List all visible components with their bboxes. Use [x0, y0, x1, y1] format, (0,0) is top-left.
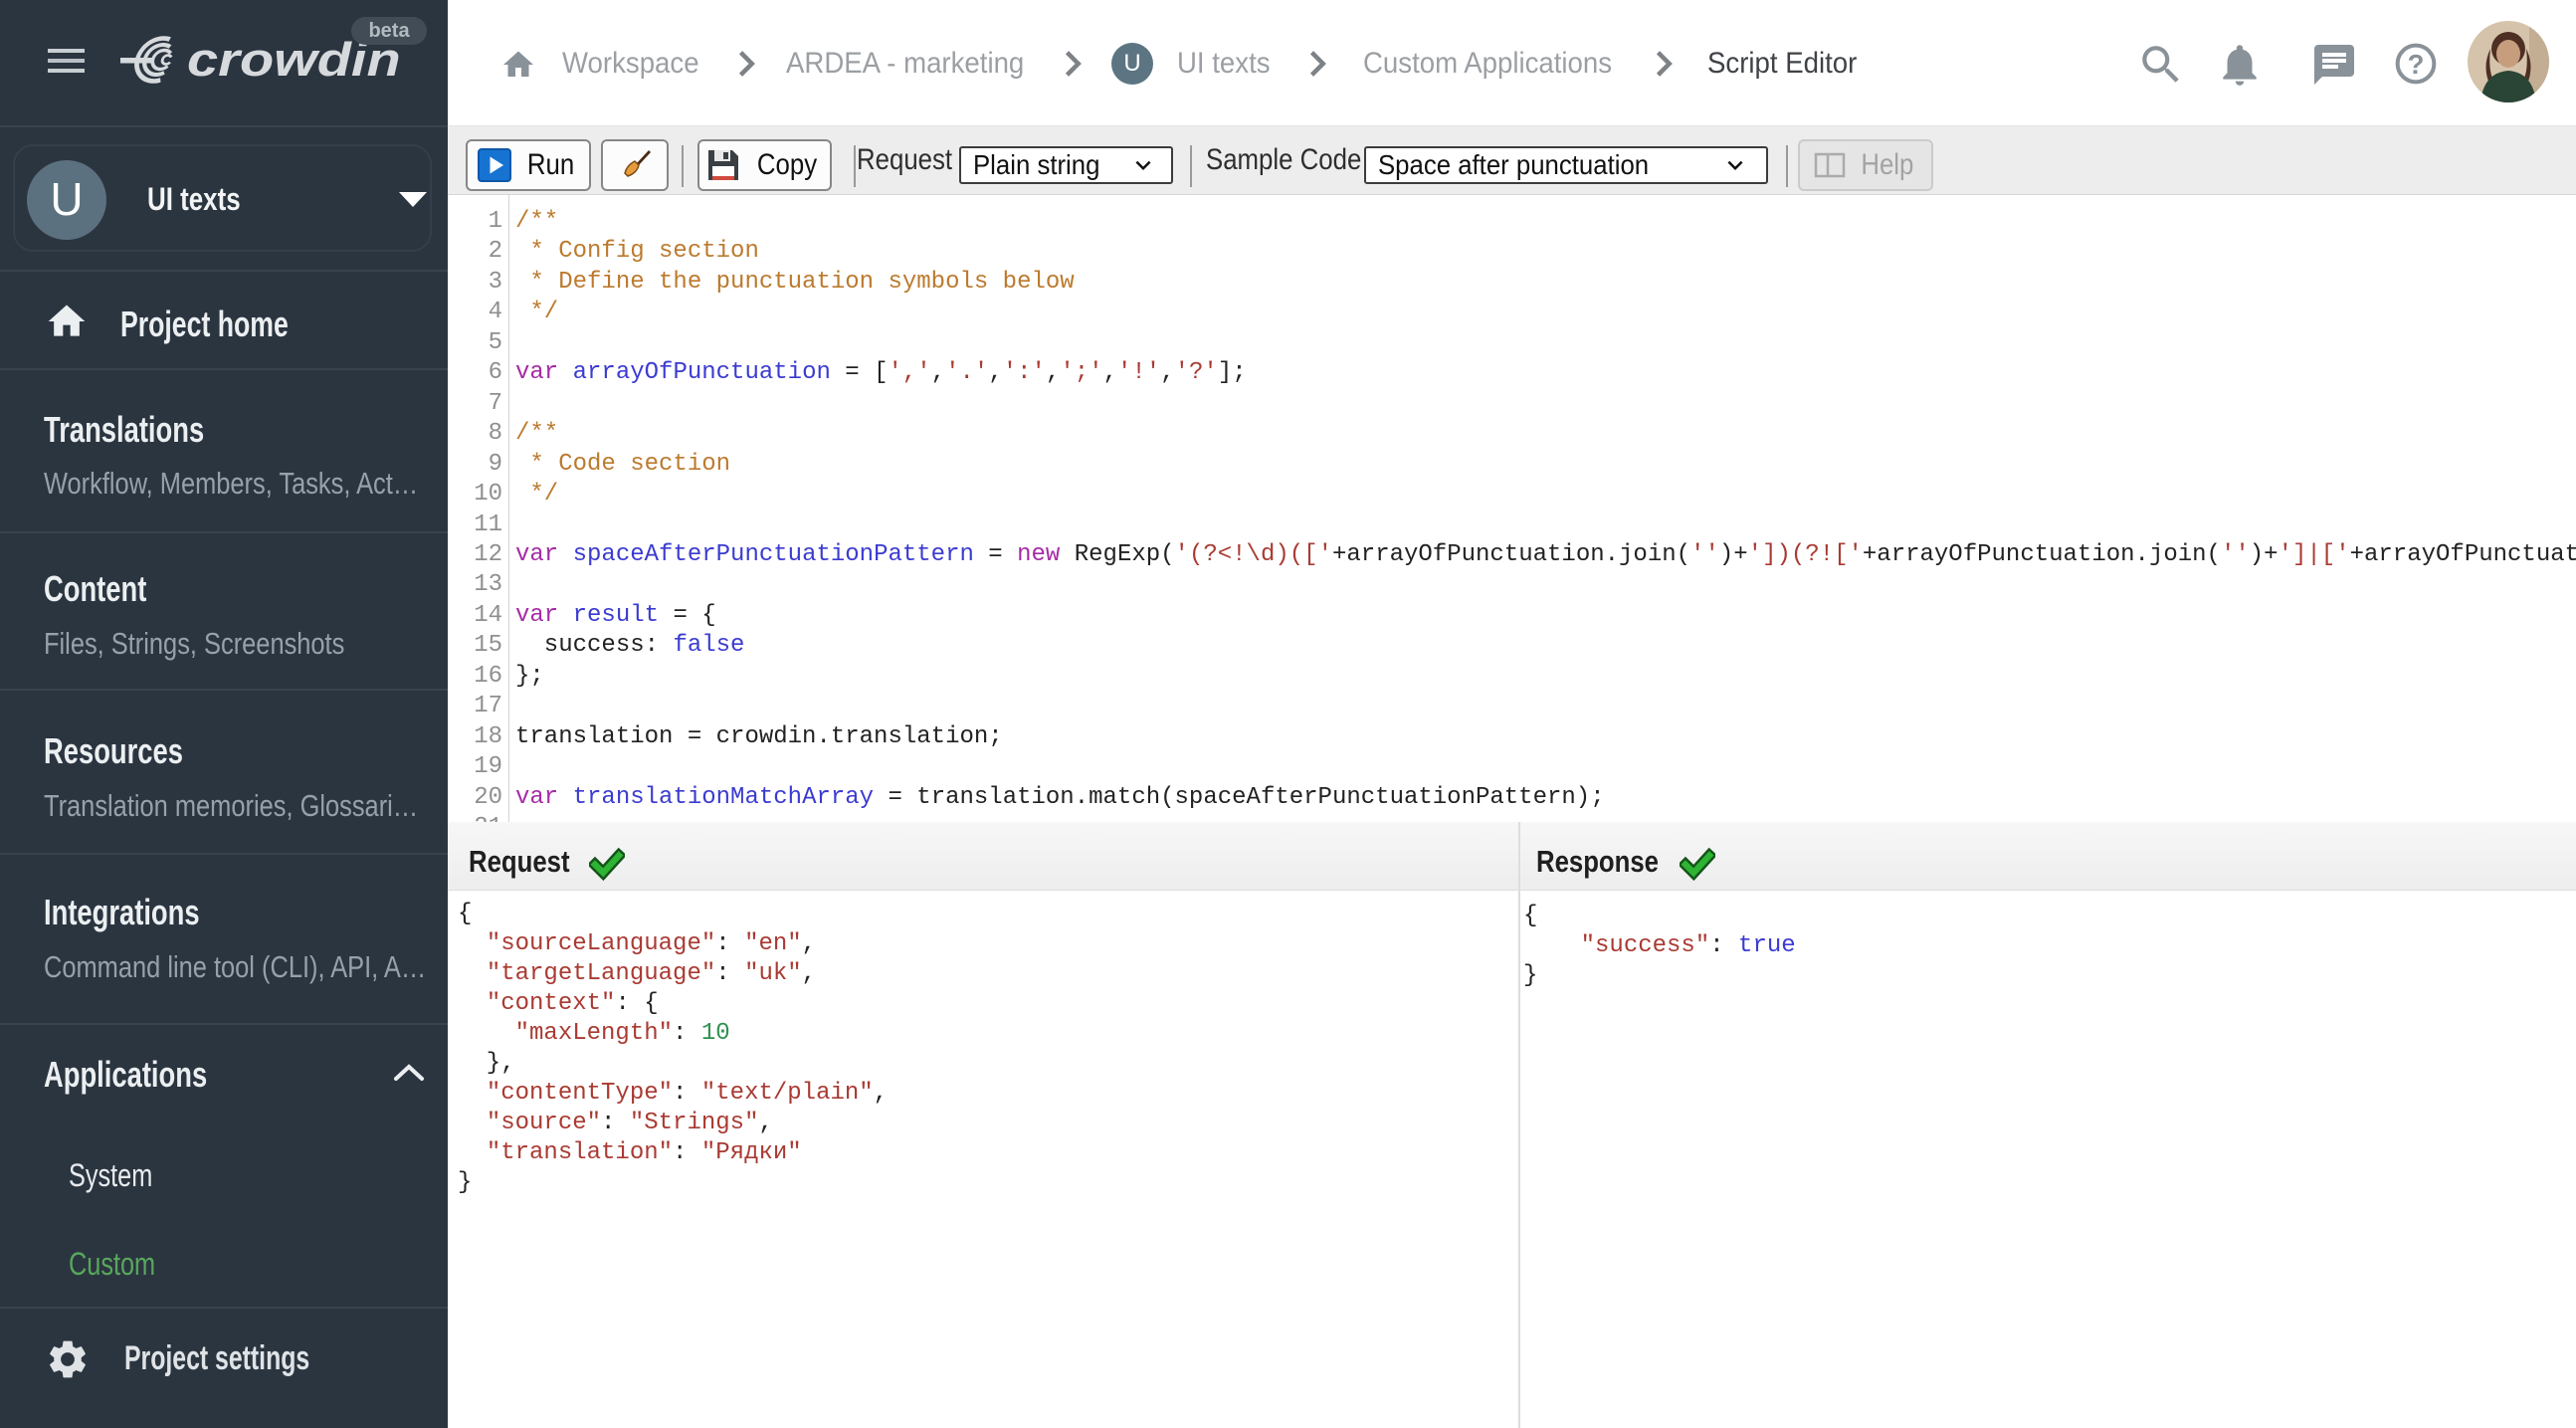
svg-text:?: ? — [2408, 49, 2425, 80]
